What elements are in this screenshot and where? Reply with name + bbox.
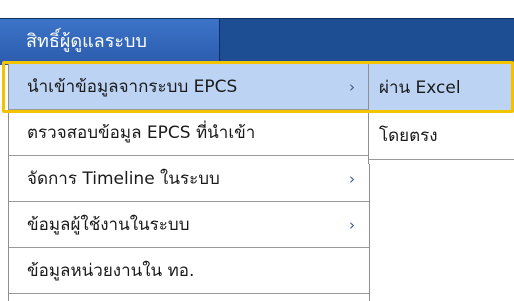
chevron-right-icon: › (349, 216, 355, 234)
menu-item-label: จัดการ Timeline ในระบบ (27, 169, 220, 189)
screenshot-stage: สิทธิ์ผู้ดูแลระบบ นำเข้าข้อมูลจากระบบ EP… (0, 0, 514, 301)
chevron-right-icon: › (349, 170, 355, 188)
menu-item-import-epcs[interactable]: นำเข้าข้อมูลจากระบบ EPCS › (9, 64, 369, 110)
submenu-item-direct[interactable]: โดยตรง (369, 112, 514, 160)
menu-item-manage-timeline[interactable]: จัดการ Timeline ในระบบ › (9, 156, 369, 202)
import-submenu: ผ่าน Excel โดยตรง (368, 64, 514, 164)
submenu-item-label: ผ่าน Excel (379, 78, 461, 98)
submenu-item-via-excel[interactable]: ผ่าน Excel (369, 64, 514, 112)
menu-item-label: ข้อมูลหน่วยงานใน ทอ. (27, 261, 195, 281)
admin-dropdown-menu: นำเข้าข้อมูลจากระบบ EPCS › ตรวจสอบข้อมูล… (8, 64, 370, 301)
submenu-item-label: โดยตรง (379, 126, 438, 146)
menu-item-label: นำเข้าข้อมูลจากระบบ EPCS (27, 77, 238, 97)
menu-item-user-data[interactable]: ข้อมูลผู้ใช้งานในระบบ › (9, 202, 369, 248)
menu-item-verify-epcs[interactable]: ตรวจสอบข้อมูล EPCS ที่นำเข้า (9, 110, 369, 156)
menu-admin-rights[interactable]: สิทธิ์ผู้ดูแลระบบ (0, 19, 220, 65)
menu-item-label: ข้อมูลผู้ใช้งานในระบบ (27, 215, 190, 235)
chevron-right-icon: › (349, 78, 355, 96)
menu-item-label: ตรวจสอบข้อมูล EPCS ที่นำเข้า (27, 123, 256, 143)
menu-item-unit-data[interactable]: ข้อมูลหน่วยงานใน ทอ. (9, 248, 369, 294)
top-menu-bar: สิทธิ์ผู้ดูแลระบบ (0, 18, 514, 65)
